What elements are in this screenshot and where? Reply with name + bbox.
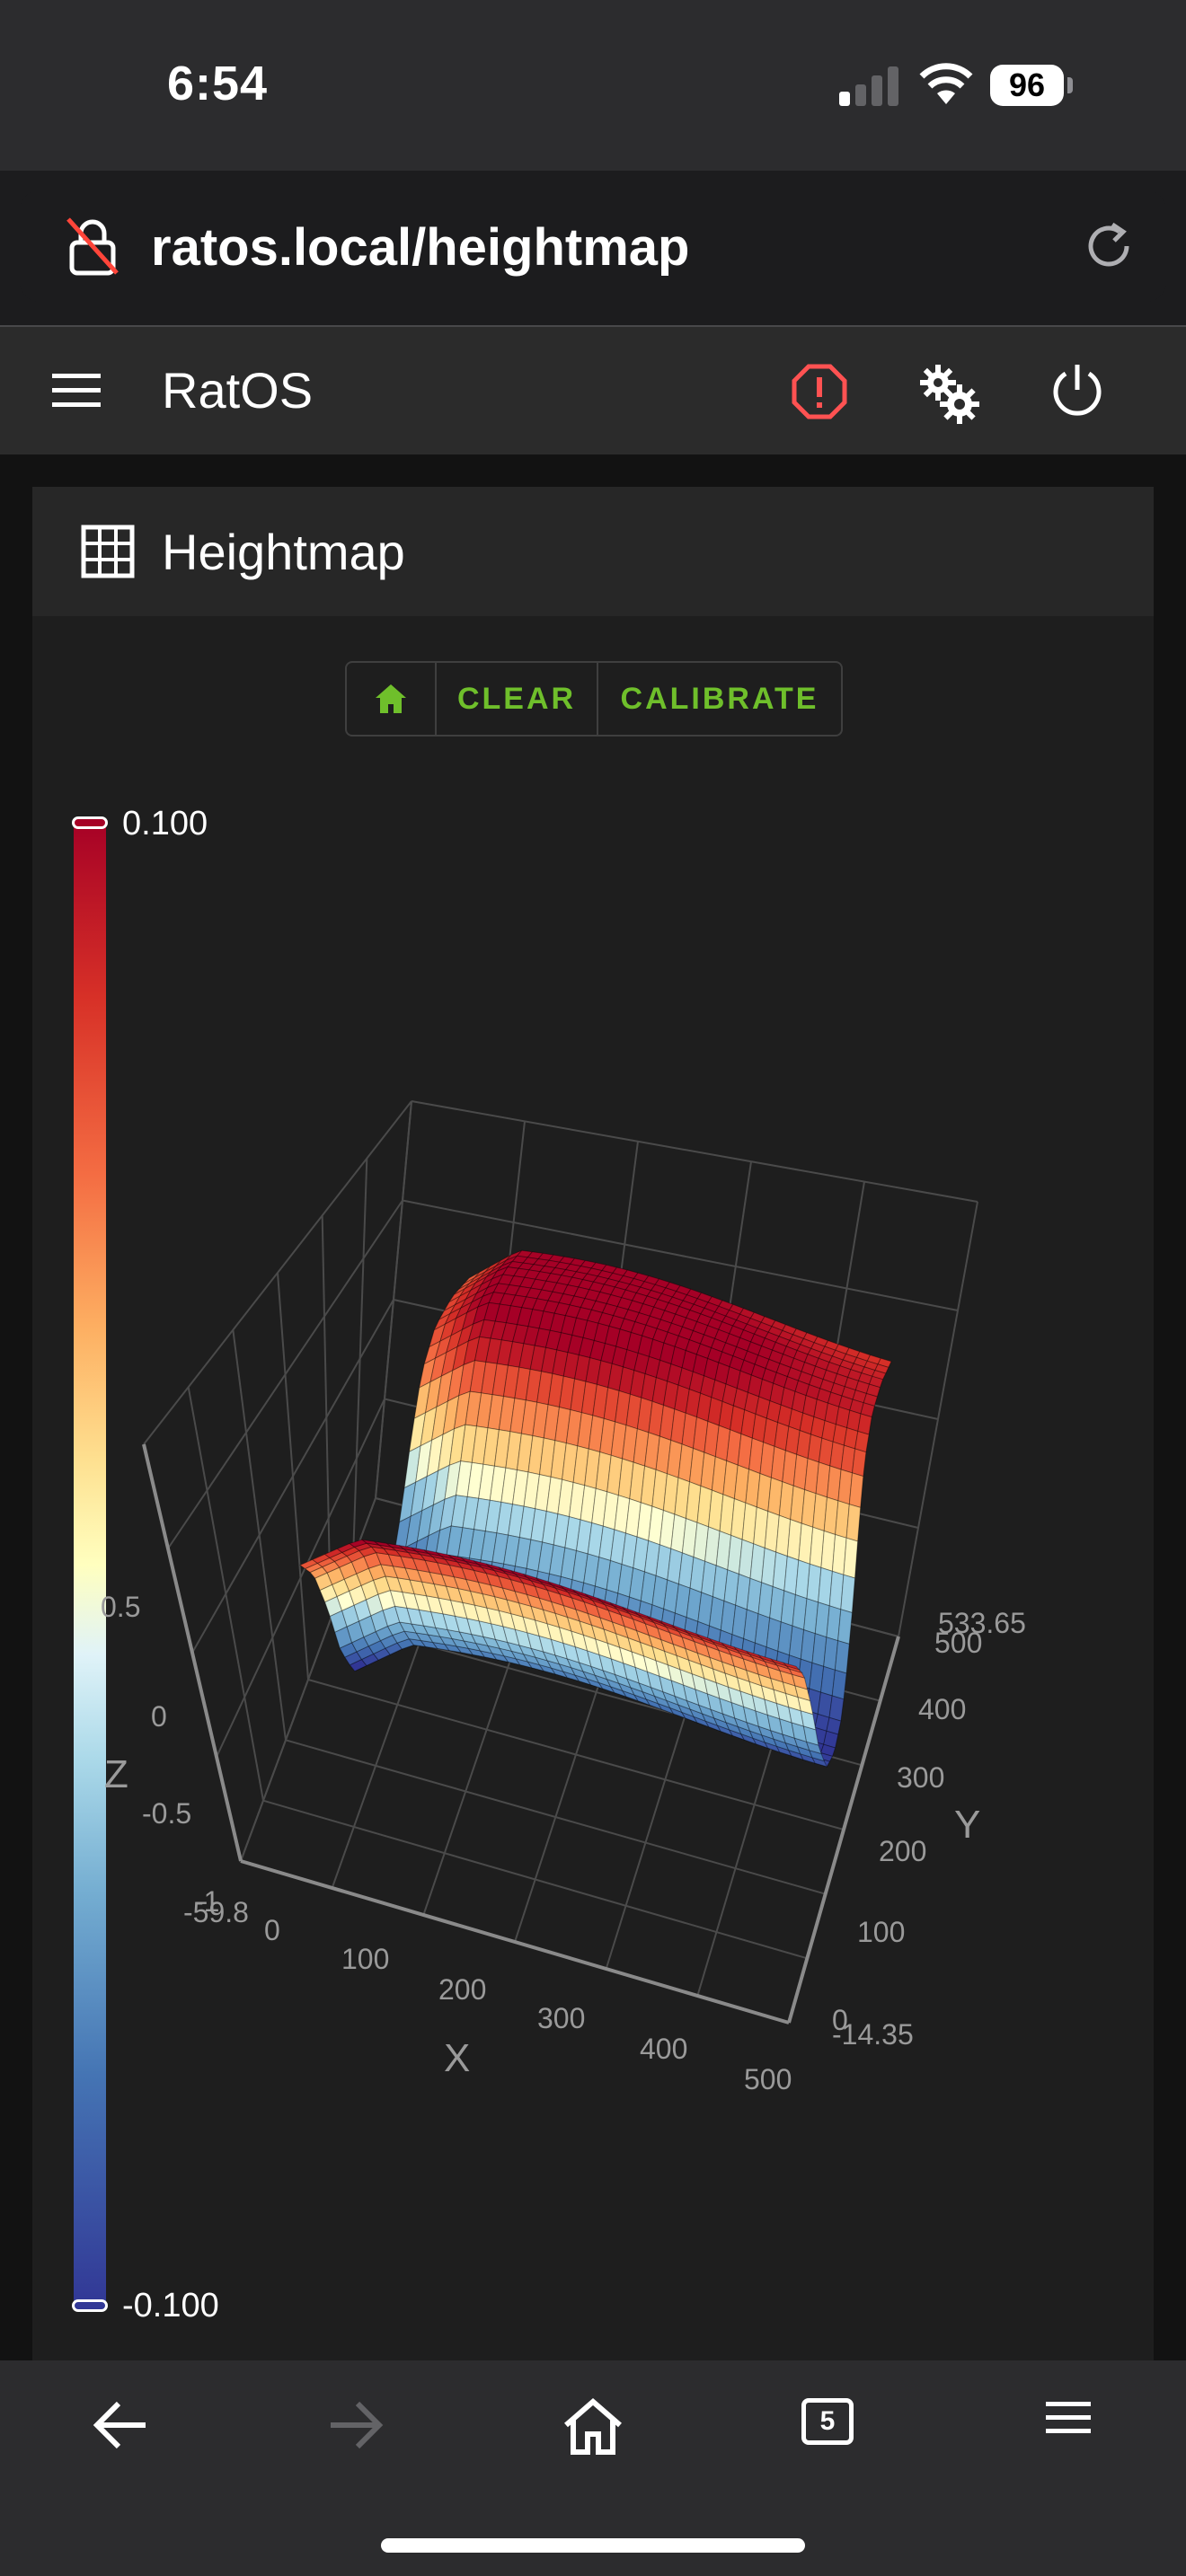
surface-cell <box>843 1537 859 1579</box>
x-tick: 400 <box>640 2033 687 2065</box>
home-indicator <box>381 2538 805 2553</box>
x-axis-title: X <box>444 2036 470 2080</box>
home-icon[interactable] <box>561 2396 625 2457</box>
y-tick: 300 <box>897 1761 944 1794</box>
grid-line <box>285 1739 826 1895</box>
heightmap-3d-plot[interactable]: 0.5 0 -0.5 -1 Z -59.8 0 100 200 300 400 … <box>0 0 1186 2360</box>
surface-cell <box>845 1504 862 1542</box>
surface-cell <box>857 1413 872 1435</box>
x-tick: 200 <box>438 1973 486 2006</box>
tabs-count-icon[interactable]: 5 <box>801 2398 854 2445</box>
grid-line <box>262 1799 808 1960</box>
surface-cell <box>840 1574 856 1614</box>
y-tick: 0 <box>832 2004 848 2036</box>
surface-cell <box>848 1472 864 1509</box>
z-tick: 0.5 <box>101 1591 140 1623</box>
surface-cell <box>834 1640 850 1674</box>
grid-line <box>240 1859 790 2025</box>
x-tick: 0 <box>264 1914 280 1946</box>
grid-line <box>167 1199 403 1549</box>
x-tick: 300 <box>537 2002 585 2034</box>
surface-cell <box>851 1448 867 1478</box>
surface-cell <box>828 1695 845 1722</box>
y-tick: 100 <box>857 1916 905 1948</box>
z-tick: 0 <box>151 1700 167 1733</box>
grid-line <box>411 1100 978 1203</box>
x-tick: -59.8 <box>183 1896 249 1928</box>
forward-arrow-icon[interactable] <box>323 2396 388 2454</box>
surface-cell <box>837 1609 853 1645</box>
z-tick: -0.5 <box>142 1797 191 1830</box>
y-axis-title: Y <box>954 1803 980 1847</box>
surface-cell <box>831 1669 847 1700</box>
x-tick: 100 <box>341 1943 389 1975</box>
grid-line <box>143 1100 412 1445</box>
menu-icon[interactable] <box>1046 2396 1091 2439</box>
heightmap-surface <box>299 1249 892 1768</box>
y-tick: 400 <box>918 1693 966 1725</box>
back-arrow-icon[interactable] <box>88 2396 153 2454</box>
y-tick: 533.65 <box>938 1607 1026 1639</box>
z-axis-title: Z <box>104 1752 128 1796</box>
x-tick: 500 <box>744 2063 792 2095</box>
y-tick: 200 <box>879 1835 926 1867</box>
